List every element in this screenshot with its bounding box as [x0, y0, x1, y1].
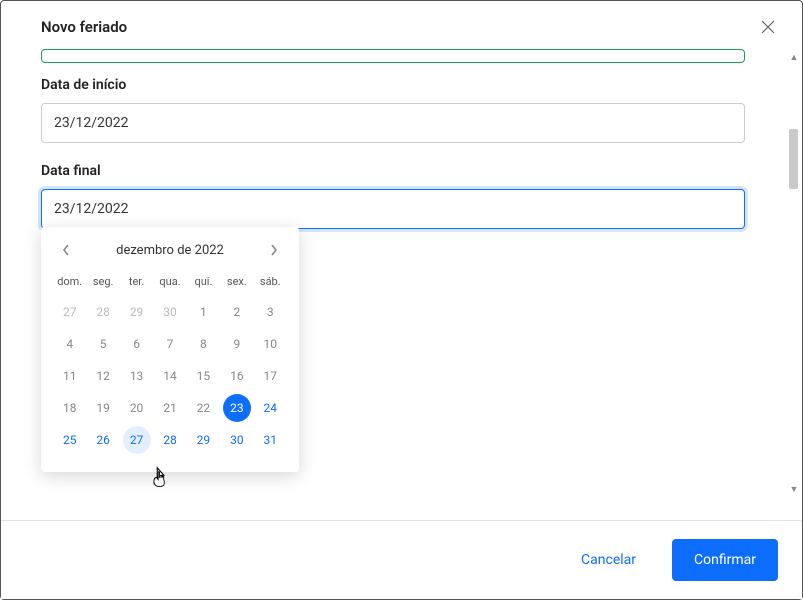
datepicker-day[interactable]: 17 [254, 360, 287, 392]
datepicker-day[interactable]: 22 [187, 392, 220, 424]
datepicker-day[interactable]: 8 [187, 328, 220, 360]
datepicker-dow: seg. [86, 271, 119, 296]
datepicker-day[interactable]: 24 [254, 392, 287, 424]
datepicker-day[interactable]: 11 [53, 360, 86, 392]
scrollbar[interactable]: ▲ ▼ [786, 49, 800, 497]
datepicker-day[interactable]: 25 [53, 424, 86, 456]
scroll-thumb[interactable] [789, 129, 798, 189]
datepicker-day[interactable]: 30 [153, 296, 186, 328]
previous-field-outline [41, 49, 745, 63]
datepicker-day[interactable]: 13 [120, 360, 153, 392]
datepicker-day[interactable]: 1 [187, 296, 220, 328]
close-button[interactable] [758, 17, 778, 37]
datepicker-popup: dezembro de 2022 dom.seg.ter.qua.qui.sex… [41, 227, 299, 472]
datepicker-day[interactable]: 28 [153, 424, 186, 456]
modal-footer: Cancelar Confirmar [1, 520, 802, 599]
datepicker-grid: dom.seg.ter.qua.qui.sex.sáb.272829301234… [53, 271, 287, 456]
datepicker-day[interactable]: 26 [86, 424, 119, 456]
datepicker-day[interactable]: 23 [220, 392, 253, 424]
datepicker-dow: qua. [153, 271, 186, 296]
datepicker-day[interactable]: 14 [153, 360, 186, 392]
datepicker-day[interactable]: 15 [187, 360, 220, 392]
chevron-right-icon [270, 244, 278, 256]
next-month-button[interactable] [265, 241, 283, 259]
datepicker-day[interactable]: 3 [254, 296, 287, 328]
datepicker-day[interactable]: 2 [220, 296, 253, 328]
datepicker-day[interactable]: 9 [220, 328, 253, 360]
datepicker-header: dezembro de 2022 [53, 241, 287, 259]
datepicker-dow: dom. [53, 271, 86, 296]
start-date-input[interactable] [41, 103, 745, 143]
prev-month-button[interactable] [57, 241, 75, 259]
modal-header: Novo feriado [1, 1, 802, 49]
datepicker-day[interactable]: 31 [254, 424, 287, 456]
scroll-down-arrow[interactable]: ▼ [788, 483, 800, 495]
datepicker-day[interactable]: 21 [153, 392, 186, 424]
chevron-left-icon [62, 244, 70, 256]
datepicker-dow: sex. [220, 271, 253, 296]
modal-body: Data de início Data final dezembro de 20… [1, 49, 802, 497]
start-date-label: Data de início [41, 77, 762, 93]
end-date-input[interactable] [41, 189, 745, 229]
end-date-label: Data final [41, 163, 762, 179]
datepicker-day[interactable]: 20 [120, 392, 153, 424]
datepicker-day[interactable]: 27 [120, 424, 153, 456]
datepicker-day[interactable]: 19 [86, 392, 119, 424]
datepicker-dow: qui. [187, 271, 220, 296]
close-icon [761, 20, 775, 34]
cancel-button[interactable]: Cancelar [559, 539, 658, 581]
datepicker-day[interactable]: 6 [120, 328, 153, 360]
datepicker-day[interactable]: 10 [254, 328, 287, 360]
modal-title: Novo feriado [41, 18, 127, 36]
datepicker-day[interactable]: 27 [53, 296, 86, 328]
confirm-button[interactable]: Confirmar [672, 539, 778, 581]
datepicker-day[interactable]: 29 [120, 296, 153, 328]
datepicker-day[interactable]: 12 [86, 360, 119, 392]
datepicker-month-label: dezembro de 2022 [116, 243, 224, 258]
datepicker-day[interactable]: 16 [220, 360, 253, 392]
datepicker-dow: sáb. [254, 271, 287, 296]
datepicker-dow: ter. [120, 271, 153, 296]
datepicker-day[interactable]: 5 [86, 328, 119, 360]
scroll-up-arrow[interactable]: ▲ [788, 51, 800, 63]
datepicker-day[interactable]: 29 [187, 424, 220, 456]
datepicker-day[interactable]: 28 [86, 296, 119, 328]
datepicker-day[interactable]: 7 [153, 328, 186, 360]
datepicker-day[interactable]: 4 [53, 328, 86, 360]
datepicker-day[interactable]: 30 [220, 424, 253, 456]
datepicker-day[interactable]: 18 [53, 392, 86, 424]
